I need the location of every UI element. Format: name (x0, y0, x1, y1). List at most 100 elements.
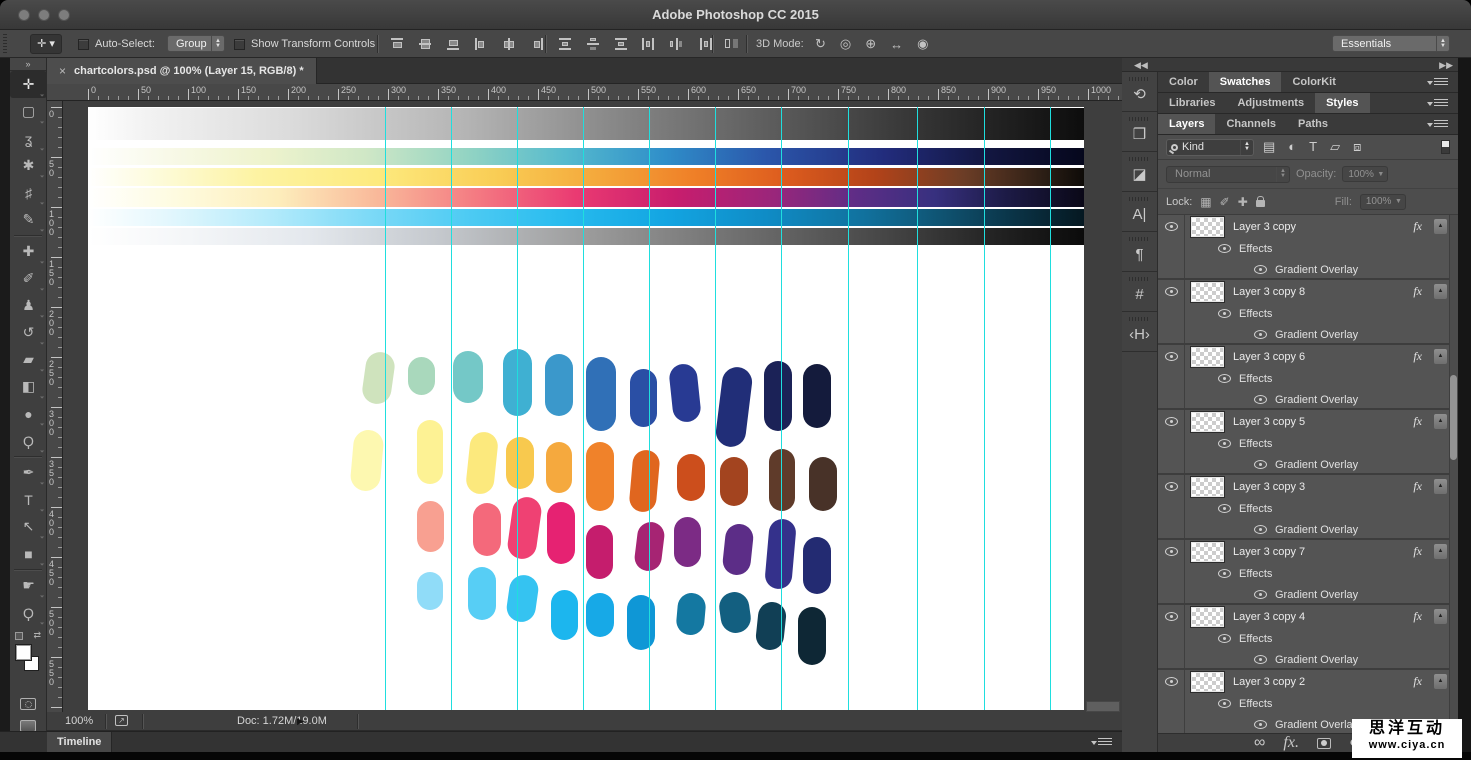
quick-mask-button[interactable] (20, 698, 36, 710)
eraser-tool[interactable]: ▰ (10, 346, 47, 373)
panel-menu-icon[interactable] (1434, 99, 1448, 108)
collapse-effects-icon[interactable]: ▲ (1434, 349, 1447, 364)
swap-colors-icon[interactable]: ⇄ (33, 630, 41, 641)
auto-select-checkbox[interactable] (78, 39, 89, 50)
tab-channels[interactable]: Channels (1215, 114, 1287, 134)
effects-visibility-eye-icon[interactable] (1218, 634, 1231, 643)
layer-thumbnail[interactable] (1191, 282, 1224, 302)
zoom-tool[interactable]: Ϙ (10, 599, 47, 626)
layer-visibility-eye-icon[interactable] (1165, 677, 1178, 686)
layer-thumbnail[interactable] (1191, 217, 1224, 237)
hand-tool[interactable]: ☛ (10, 572, 47, 599)
collapse-effects-icon[interactable]: ▲ (1434, 609, 1447, 624)
crop-tool[interactable]: ♯ (10, 179, 47, 206)
3d-panel-icon[interactable]: ❒ (1122, 125, 1157, 145)
gradient-overlay-row[interactable]: Gradient Overlay (1158, 519, 1458, 540)
panel-menu-icon[interactable] (1434, 120, 1448, 129)
expand-dock-icon[interactable]: ◀◀ (1134, 60, 1148, 71)
path-selection-tool[interactable]: ↖ (10, 513, 47, 540)
eyedropper-tool[interactable]: ✎ (10, 206, 47, 233)
layer-row[interactable]: Layer 3 copy 6fx▲ (1158, 345, 1458, 368)
lock-transparency-icon[interactable]: ▦ (1200, 195, 1211, 209)
gradient-overlay-row[interactable]: Gradient Overlay (1158, 649, 1458, 670)
html-panel-icon[interactable]: ‹H› (1122, 325, 1157, 345)
layer-row[interactable]: Layer 3 copy 7fx▲ (1158, 540, 1458, 563)
fill-value[interactable]: 100%▼ (1360, 194, 1406, 210)
pen-tool[interactable]: ✒ (10, 459, 47, 486)
gradient-overlay-eye-icon[interactable] (1254, 655, 1267, 664)
layer-name[interactable]: Layer 3 copy 2 (1233, 676, 1305, 688)
gradient-tool[interactable]: ◧ (10, 373, 47, 400)
guide-line[interactable] (517, 107, 518, 710)
collapse-effects-icon[interactable]: ▲ (1434, 674, 1447, 689)
distribute-top-edges-icon[interactable] (557, 37, 573, 51)
effects-visibility-eye-icon[interactable] (1218, 244, 1231, 253)
filter-adjustment-layers-icon[interactable]: ◐ (1288, 139, 1296, 155)
glyphs-panel-icon[interactable]: # (1122, 285, 1157, 305)
auto-align-layers-icon[interactable] (724, 37, 740, 51)
layers-scrollbar[interactable] (1449, 215, 1458, 733)
layer-visibility-eye-icon[interactable] (1165, 547, 1178, 556)
layer-visibility-eye-icon[interactable] (1165, 612, 1178, 621)
guide-line[interactable] (1050, 107, 1051, 710)
align-horizontal-centers-icon[interactable] (501, 37, 517, 51)
gradient-overlay-eye-icon[interactable] (1254, 525, 1267, 534)
canvas[interactable] (88, 107, 1084, 710)
layer-row[interactable]: Layer 3 copy 8fx▲ (1158, 280, 1458, 303)
tab-libraries[interactable]: Libraries (1158, 93, 1226, 113)
type-tool[interactable]: T (10, 486, 47, 513)
layer-thumbnail[interactable] (1191, 672, 1224, 692)
magic-wand-tool[interactable]: ✱ (10, 152, 47, 179)
3d-rotate-icon[interactable]: ↻ (815, 36, 826, 52)
align-vertical-centers-icon[interactable] (417, 37, 433, 51)
brush-tool[interactable]: ✐ (10, 265, 47, 292)
history-panel-icon[interactable]: ⟲ (1122, 85, 1157, 105)
healing-brush-tool[interactable]: ✚ (10, 238, 47, 265)
share-icon[interactable]: ↗ (115, 715, 128, 726)
effects-row[interactable]: Effects (1158, 498, 1458, 519)
collapse-dock-icon[interactable]: ▶▶ (1439, 60, 1453, 71)
gradient-overlay-eye-icon[interactable] (1254, 330, 1267, 339)
layer-thumbnail[interactable] (1191, 347, 1224, 367)
gradient-overlay-eye-icon[interactable] (1254, 460, 1267, 469)
effects-visibility-eye-icon[interactable] (1218, 439, 1231, 448)
layer-style-icon[interactable]: fx. (1283, 734, 1299, 752)
effects-row[interactable]: Effects (1158, 628, 1458, 649)
auto-select-group-dropdown[interactable]: Group▲▼ (167, 35, 225, 52)
history-brush-tool[interactable]: ↺ (10, 319, 47, 346)
add-mask-icon[interactable] (1317, 738, 1331, 749)
clone-stamp-tool[interactable]: ♟ (10, 292, 47, 319)
move-tool[interactable]: ✛ (10, 71, 47, 98)
gradient-overlay-row[interactable]: Gradient Overlay (1158, 259, 1458, 280)
align-bottom-edges-icon[interactable] (445, 37, 461, 51)
gradient-overlay-row[interactable]: Gradient Overlay (1158, 584, 1458, 605)
layer-row[interactable]: Layer 3 copy 2fx▲ (1158, 670, 1458, 693)
layer-name[interactable]: Layer 3 copy 4 (1233, 611, 1305, 623)
tab-styles[interactable]: Styles (1315, 93, 1369, 113)
layer-row[interactable]: Layer 3 copyfx▲ (1158, 215, 1458, 238)
collapse-effects-icon[interactable]: ▲ (1434, 414, 1447, 429)
panel-menu-icon[interactable] (1434, 78, 1448, 87)
shape-tool[interactable]: ■ (10, 540, 47, 567)
guide-line[interactable] (781, 107, 782, 710)
layer-name[interactable]: Layer 3 copy 5 (1233, 416, 1305, 428)
gradient-overlay-row[interactable]: Gradient Overlay (1158, 324, 1458, 345)
lock-pixels-icon[interactable]: ✐ (1220, 195, 1230, 209)
distribute-bottom-edges-icon[interactable] (613, 37, 629, 51)
guide-line[interactable] (715, 107, 716, 710)
gradient-overlay-eye-icon[interactable] (1254, 590, 1267, 599)
guide-line[interactable] (917, 107, 918, 710)
distribute-right-edges-icon[interactable] (697, 37, 713, 51)
3d-scale-icon[interactable]: ◉ (917, 36, 928, 52)
link-layers-icon[interactable]: ∞ (1254, 734, 1265, 752)
gradient-overlay-eye-icon[interactable] (1254, 395, 1267, 404)
guide-line[interactable] (583, 107, 584, 710)
layer-row[interactable]: Layer 3 copy 3fx▲ (1158, 475, 1458, 498)
foreground-color-swatch[interactable] (15, 644, 32, 661)
distribute-vertical-centers-icon[interactable] (585, 37, 601, 51)
show-transform-checkbox[interactable] (234, 39, 245, 50)
gradient-overlay-eye-icon[interactable] (1254, 720, 1267, 729)
align-top-edges-icon[interactable] (389, 37, 405, 51)
move-tool-preset-button[interactable]: ✛ ▾ (30, 34, 62, 54)
tab-layers[interactable]: Layers (1158, 114, 1215, 134)
